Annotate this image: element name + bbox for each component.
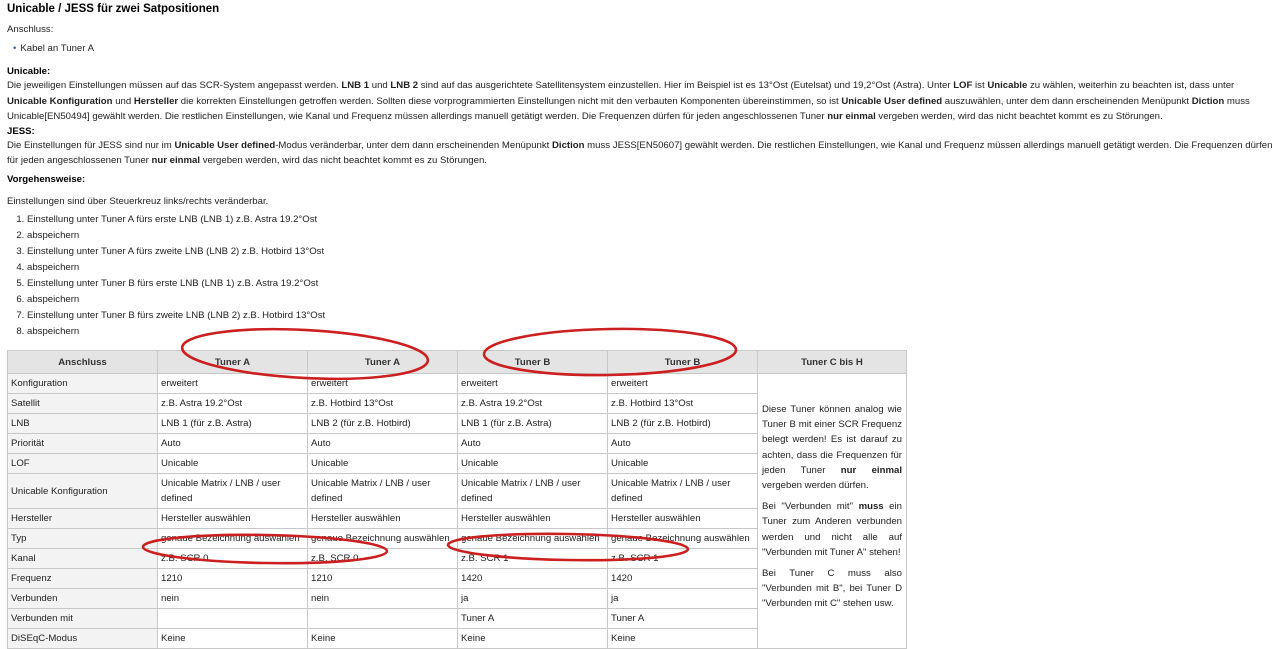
row-label: Kanal (7, 548, 158, 569)
header-tuner-a-1: Tuner A (157, 350, 308, 374)
table-cell: Unicable (457, 453, 608, 474)
table-cell: Hersteller auswählen (457, 508, 608, 529)
table-cell: nein (157, 588, 308, 609)
table-cell: z.B. Astra 19.2°Ost (157, 393, 308, 414)
table-row: Konfiguration erweitert erweitert erweitert… (7, 373, 907, 649)
row-label: Verbunden mit (7, 608, 158, 629)
table-cell: Unicable Matrix / LNB / user defined (157, 473, 308, 509)
table-cell (157, 608, 308, 629)
table-cell: Unicable Matrix / LNB / user defined (607, 473, 758, 509)
side-note-paragraph: Bei Tuner C muss also "Verbunden mit B",… (762, 568, 902, 610)
table-cell: Auto (307, 433, 458, 454)
step-item: abspeichern (27, 228, 1275, 244)
row-label: Verbunden (7, 588, 158, 609)
header-anschluss: Anschluss (7, 350, 158, 374)
row-label: DiSEqC-Modus (7, 628, 158, 649)
table-cell: Keine (307, 628, 458, 649)
table-body: Konfiguration erweitert erweitert erweitert… (7, 373, 907, 649)
step-item: Einstellung unter Tuner A fürs zweite LN… (27, 244, 1275, 260)
table-cell: ja (607, 588, 758, 609)
table-cell: LNB 2 (für z.B. Hotbird) (607, 413, 758, 434)
unicable-paragraph: Die jeweiligen Einstellungen müssen auf … (7, 80, 1250, 122)
table-cell: 1210 (157, 568, 308, 589)
row-label: Konfiguration (7, 373, 158, 394)
table-cell: Tuner A (457, 608, 608, 629)
step-item: Einstellung unter Tuner A fürs erste LNB… (27, 212, 1275, 228)
table-cell: Unicable Matrix / LNB / user defined (307, 473, 458, 509)
step-item: Einstellung unter Tuner B fürs zweite LN… (27, 308, 1275, 324)
header-tuner-b-1: Tuner B (457, 350, 608, 374)
header-tuner-b-2: Tuner B (607, 350, 758, 374)
row-label: Typ (7, 528, 158, 549)
row-label: LNB (7, 413, 158, 434)
table-cell: LNB 2 (für z.B. Hotbird) (307, 413, 458, 434)
table-cell: erweitert (457, 373, 608, 394)
table-cell: Unicable (157, 453, 308, 474)
procedure-steps: Einstellung unter Tuner A fürs erste LNB… (7, 212, 1275, 340)
connection-list: Kabel an Tuner A (7, 42, 1275, 55)
table-cell: Unicable (307, 453, 458, 474)
table-cell: genaue Bezeichnung auswählen (607, 528, 758, 549)
table-cell: z.B. Hotbird 13°Ost (607, 393, 758, 414)
table-cell: Unicable (607, 453, 758, 474)
table-cell: Keine (607, 628, 758, 649)
table-cell: 1420 (457, 568, 608, 589)
table-cell: z.B. Hotbird 13°Ost (307, 393, 458, 414)
table-cell: z.B. SCR 0 (157, 548, 308, 569)
table-cell: Keine (457, 628, 608, 649)
table-cell: z.B. SCR 1 (457, 548, 608, 569)
side-note-paragraph: Diese Tuner können analog wie Tuner B mi… (762, 404, 902, 492)
step-item: abspeichern (27, 292, 1275, 308)
table-cell: Unicable Matrix / LNB / user defined (457, 473, 608, 509)
row-label: LOF (7, 453, 158, 474)
page-title: Unicable / JESS für zwei Satpositionen (7, 3, 220, 15)
table-cell: erweitert (607, 373, 758, 394)
table-cell: 1420 (607, 568, 758, 589)
row-label: Priorität (7, 433, 158, 454)
table-cell: Auto (157, 433, 308, 454)
table-cell: genaue Bezeichnung auswählen (157, 528, 308, 549)
table-cell: LNB 1 (für z.B. Astra) (157, 413, 308, 434)
table-cell: ja (457, 588, 608, 609)
row-label: Frequenz (7, 568, 158, 589)
step-item: abspeichern (27, 260, 1275, 276)
jess-paragraph: Die Einstellungen für JESS sind nur im U… (7, 139, 1273, 167)
table-cell: z.B. SCR 1 (607, 548, 758, 569)
step-item: abspeichern (27, 324, 1275, 340)
connection-item: Kabel an Tuner A (13, 42, 1275, 55)
table-cell: nein (307, 588, 458, 609)
header-tuner-c-h: Tuner C bis H (757, 350, 907, 374)
step-item: Einstellung unter Tuner B fürs erste LNB… (27, 276, 1275, 292)
table-cell: Tuner A (607, 608, 758, 629)
jess-heading: JESS: (7, 125, 35, 137)
procedure-intro: Einstellungen sind über Steuerkreuz link… (7, 195, 269, 207)
table-cell: erweitert (157, 373, 308, 394)
table-cell: z.B. Astra 19.2°Ost (457, 393, 608, 414)
row-label: Unicable Konfiguration (7, 473, 158, 509)
row-label: Hersteller (7, 508, 158, 529)
table-cell (307, 608, 458, 629)
table-cell: Auto (457, 433, 608, 454)
table-cell: 1210 (307, 568, 458, 589)
tuner-c-h-note: Diese Tuner können analog wie Tuner B mi… (757, 373, 907, 649)
article-content: Unicable / JESS für zwei Satpositionen A… (7, 0, 1275, 340)
table-cell: erweitert (307, 373, 458, 394)
row-label: Satellit (7, 393, 158, 414)
table-cell: Keine (157, 628, 308, 649)
table-header-row: Anschluss Tuner A Tuner A Tuner B Tuner … (7, 350, 907, 374)
table-cell: Auto (607, 433, 758, 454)
settings-table: Anschluss Tuner A Tuner A Tuner B Tuner … (7, 350, 907, 649)
table-cell: genaue Bezeichnung auswählen (457, 528, 608, 549)
table-cell: LNB 1 (für z.B. Astra) (457, 413, 608, 434)
side-note-paragraph: Bei "Verbunden mit" muss ein Tuner zum A… (762, 501, 902, 558)
procedure-heading: Vorgehensweise: (7, 173, 86, 185)
table-cell: Hersteller auswählen (157, 508, 308, 529)
connection-label: Anschluss: (7, 24, 54, 35)
table-cell: z.B. SCR 0 (307, 548, 458, 569)
table-cell: Hersteller auswählen (607, 508, 758, 529)
unicable-heading: Unicable: (7, 66, 51, 77)
table-cell: Hersteller auswählen (307, 508, 458, 529)
header-tuner-a-2: Tuner A (307, 350, 458, 374)
table-cell: genaue Bezeichnung auswählen (307, 528, 458, 549)
